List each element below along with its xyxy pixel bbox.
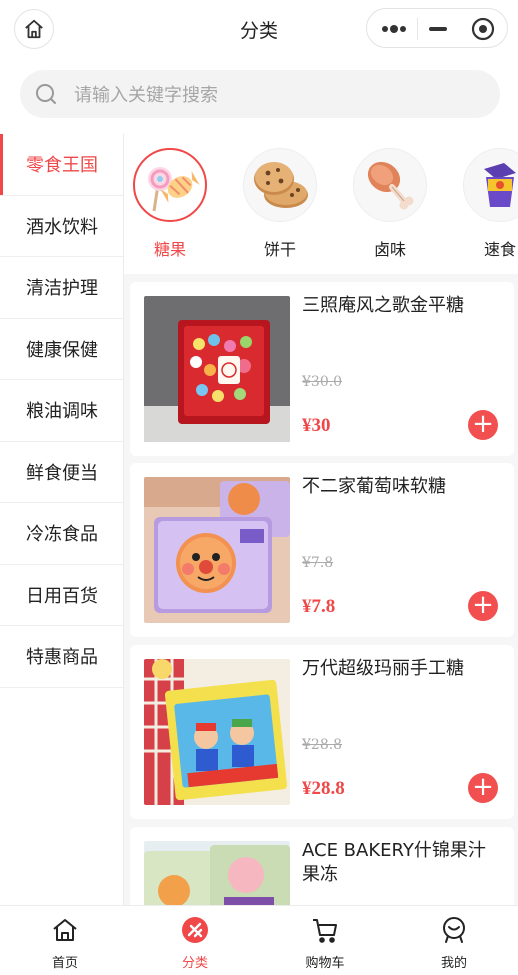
subcategory-label: 糖果	[153, 240, 186, 259]
sidebar-item-specials[interactable]: 特惠商品	[0, 626, 123, 688]
search-input[interactable]: 请输入关键字搜索	[20, 70, 500, 118]
tab-label: 首页	[51, 956, 78, 971]
add-to-cart-button[interactable]: +	[468, 410, 498, 440]
subcategory-biscuit[interactable]: 饼干	[240, 148, 320, 260]
tab-label: 我的	[440, 956, 467, 971]
sidebar-item-snacks[interactable]: 零食王国	[0, 134, 123, 196]
category-icon	[182, 917, 208, 943]
target-close-icon[interactable]	[471, 17, 495, 41]
tab-profile[interactable]: 我的	[409, 916, 499, 971]
product-name: ACE BAKERY什锦果汁果冻	[302, 840, 486, 885]
product-card[interactable]: 三照庵风之歌金平糖 ¥30.0 ¥30 +	[130, 282, 514, 456]
search-icon	[36, 84, 56, 104]
subcategory-braised[interactable]: 卤味	[350, 148, 430, 260]
product-image	[144, 477, 290, 623]
candy-icon	[148, 167, 200, 212]
product-price: ¥7.8	[302, 596, 336, 617]
subcategory-instant[interactable]: 速食	[460, 148, 518, 260]
tab-category[interactable]: 分类	[150, 916, 240, 971]
capsule-divider	[417, 18, 418, 40]
home-icon	[53, 919, 77, 941]
candy-box-image	[144, 296, 290, 442]
subcategory-image	[133, 148, 207, 222]
cookie-icon	[254, 162, 308, 208]
more-dots-icon[interactable]	[381, 24, 407, 34]
subcategory-image	[243, 148, 317, 222]
product-card[interactable]: 不二家葡萄味软糖 ¥7.8 ¥7.8 +	[130, 463, 514, 637]
product-price: ¥30	[302, 415, 331, 436]
sidebar-item-fresh-bento[interactable]: 鲜食便当	[0, 442, 123, 503]
sidebar-item-health[interactable]: 健康保健	[0, 319, 123, 380]
subcategory-strip: 糖果 饼干 卤味 速食	[124, 134, 518, 274]
add-to-cart-button[interactable]: +	[468, 591, 498, 621]
mini-program-capsule	[366, 8, 508, 48]
anpanman-gummy-image	[144, 477, 290, 623]
instant-food-icon	[484, 163, 516, 207]
tab-home[interactable]: 首页	[20, 916, 110, 971]
search-bar-area: 请输入关键字搜索	[0, 56, 518, 134]
product-original-price: ¥30.0	[302, 374, 343, 390]
product-image	[144, 296, 290, 442]
minimize-icon[interactable]	[429, 27, 447, 31]
product-price: ¥28.8	[302, 778, 345, 799]
search-placeholder: 请输入关键字搜索	[74, 85, 218, 106]
tab-cart[interactable]: 购物车	[280, 916, 370, 971]
subcategory-image	[463, 148, 518, 222]
product-card[interactable]: ACE BAKERY什锦果汁果冻	[130, 827, 514, 906]
product-area: 糖果 饼干 卤味 速食 三照庵风之歌金平糖 ¥30.0 ¥30 + 不二家葡萄味…	[124, 134, 518, 906]
category-sidebar: 零食王国 酒水饮料 清洁护理 健康保健 粮油调味 鲜食便当 冷冻食品 日用百货 …	[0, 134, 124, 906]
product-image	[144, 841, 290, 906]
product-original-price: ¥28.8	[302, 737, 343, 753]
product-original-price: ¥7.8	[302, 555, 334, 571]
subcategory-label: 速食	[483, 240, 516, 259]
subcategory-label: 饼干	[263, 240, 296, 259]
cart-icon	[313, 919, 337, 943]
profile-icon	[443, 917, 465, 943]
sidebar-item-daily-goods[interactable]: 日用百货	[0, 565, 123, 626]
fruit-jelly-image	[144, 841, 290, 906]
product-image	[144, 659, 290, 805]
tab-label: 分类	[181, 956, 208, 971]
bottom-tab-bar: 首页 分类 购物车 我的	[0, 905, 518, 975]
sidebar-item-drinks[interactable]: 酒水饮料	[0, 196, 123, 257]
nav-header: 分类	[0, 0, 518, 56]
product-name: 三照庵风之歌金平糖	[302, 295, 464, 316]
product-name: 不二家葡萄味软糖	[302, 476, 446, 497]
sidebar-item-cleaning[interactable]: 清洁护理	[0, 257, 123, 319]
subcategory-candy[interactable]: 糖果	[130, 148, 210, 260]
tab-label: 购物车	[305, 956, 345, 971]
subcategory-label: 卤味	[373, 240, 406, 259]
product-name: 万代超级玛丽手工糖	[302, 658, 464, 679]
add-to-cart-button[interactable]: +	[468, 773, 498, 803]
subcategory-image	[353, 148, 427, 222]
product-card[interactable]: 万代超级玛丽手工糖 ¥28.8 ¥28.8 +	[130, 645, 514, 819]
mario-candy-image	[144, 659, 290, 805]
drumstick-icon	[367, 161, 414, 210]
sidebar-item-grain-oil[interactable]: 粮油调味	[0, 380, 123, 442]
sidebar-item-frozen[interactable]: 冷冻食品	[0, 503, 123, 565]
